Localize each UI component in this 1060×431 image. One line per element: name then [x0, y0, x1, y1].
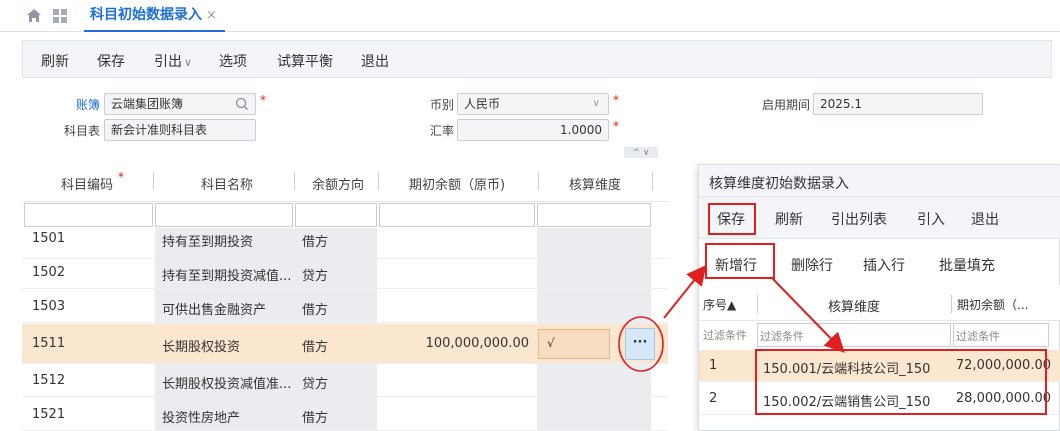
header-separator: [757, 295, 758, 313]
exchange-rate-field: 1.0000: [457, 119, 609, 141]
table-row-selected[interactable]: 1511 长期股权投资 借方 100,000,000.00 √ ···: [22, 324, 668, 364]
cell-name: 持有至到期投资: [162, 235, 254, 250]
ledger-field[interactable]: 云端集团账簿: [104, 93, 256, 115]
filter-input-name[interactable]: [155, 203, 293, 227]
cell-name: 长期股权投资减值准...: [162, 377, 292, 392]
chart-of-accounts-field: 新会计准则科目表: [104, 119, 256, 141]
tab-close-icon[interactable]: ×: [206, 8, 217, 23]
filter-input-dimension[interactable]: [537, 203, 651, 227]
required-mark: *: [118, 170, 124, 184]
header-subject-name[interactable]: 科目名称: [172, 174, 282, 193]
main-toolbar: 刷新 保存 引出 ∨ 选项 试算平衡 退出: [22, 40, 1052, 78]
dialog-import-button[interactable]: 引入: [917, 209, 945, 229]
start-period-field: 2025.1: [813, 93, 983, 115]
filter-input-amount[interactable]: 过滤条件: [953, 323, 1049, 347]
chart-of-accounts-label: 科目表: [63, 124, 100, 138]
required-mark: *: [613, 119, 619, 133]
required-mark: *: [260, 93, 266, 107]
header-seq[interactable]: 序号▲: [703, 296, 736, 313]
refresh-button[interactable]: 刷新: [41, 51, 69, 71]
currency-value: 人民币: [464, 97, 501, 111]
cell-seq: 2: [709, 391, 718, 406]
exchange-rate-label: 汇率: [429, 124, 454, 138]
cell-code: 1502: [32, 265, 66, 280]
options-button[interactable]: 选项: [219, 51, 247, 71]
check-icon: √: [547, 336, 555, 350]
filter-input-code[interactable]: [24, 203, 153, 227]
cell-seq: 1: [709, 358, 718, 373]
exit-button[interactable]: 退出: [361, 51, 389, 71]
chevron-down-icon: ∨: [184, 56, 193, 69]
header-balance-direction[interactable]: 余额方向: [298, 174, 378, 193]
dialog-grid-header: 序号▲ 核算维度 期初余额（...: [699, 285, 1060, 321]
annotation-box-rows: [755, 349, 1047, 415]
ledger-label[interactable]: 账簿: [76, 96, 100, 113]
header-separator: [294, 172, 295, 190]
ledger-value: 云端集团账簿: [111, 97, 184, 111]
more-options-button[interactable]: ···: [625, 328, 655, 360]
cell-direction: 借方: [302, 303, 329, 318]
cell-direction: 贷方: [302, 269, 329, 284]
dialog-filter-row: 过滤条件 过滤条件 过滤条件: [699, 322, 1060, 348]
required-mark: *: [613, 93, 619, 107]
dialog-exit-button[interactable]: 退出: [971, 209, 999, 229]
header-separator: [153, 172, 154, 190]
trial-balance-button[interactable]: 试算平衡: [277, 51, 333, 71]
cell-code: 1501: [32, 231, 66, 246]
export-button[interactable]: 引出 ∨: [154, 51, 192, 71]
cell-name: 长期股权投资: [162, 340, 241, 355]
tab-subject-initial-data[interactable]: 科目初始数据录入 ×: [84, 0, 225, 32]
cell-name: 持有至到期投资减值...: [162, 269, 292, 284]
table-row[interactable]: 1502 持有至到期投资减值... 贷方: [22, 256, 668, 289]
cell-direction: 贷方: [302, 377, 329, 392]
chevron-down-icon: ∨: [592, 98, 600, 109]
search-icon[interactable]: [235, 97, 249, 111]
tab-label: 科目初始数据录入: [90, 7, 202, 23]
cell-opening-balance[interactable]: 100,000,000.00: [379, 336, 529, 351]
filter-seq[interactable]: 过滤条件: [703, 327, 747, 343]
cell-code: 1511: [32, 336, 66, 351]
dialog-refresh-button[interactable]: 刷新: [775, 209, 803, 229]
batch-fill-button[interactable]: 批量填充: [939, 255, 995, 275]
cell-name: 可供出售金融资产: [162, 303, 267, 318]
header-opening-balance[interactable]: 期初余额（原币): [382, 174, 532, 193]
cell-direction: 借方: [302, 411, 329, 426]
header-dimension[interactable]: 核算维度: [759, 296, 949, 315]
table-row[interactable]: 1512 长期股权投资减值准... 贷方: [22, 364, 668, 397]
home-icon[interactable]: [26, 8, 42, 24]
header-amount[interactable]: 期初余额（...: [957, 296, 1028, 313]
apps-grid-icon[interactable]: [52, 8, 68, 24]
filter-input-dimension[interactable]: 过滤条件: [757, 323, 951, 347]
table-row[interactable]: 1501 持有至到期投资 借方: [22, 226, 668, 259]
cell-code: 1521: [32, 407, 66, 422]
currency-label: 币别: [429, 98, 454, 112]
cell-code: 1503: [32, 299, 66, 314]
table-row[interactable]: 1521 投资性房地产 借方: [22, 398, 668, 431]
filter-input-amount[interactable]: [379, 203, 535, 227]
filter-input-direction[interactable]: [295, 203, 377, 227]
annotation-box-add-row: [705, 243, 775, 279]
header-separator: [652, 172, 653, 190]
cell-direction: 借方: [302, 340, 329, 355]
cell-name: 投资性房地产: [162, 411, 241, 426]
dimension-cell[interactable]: √: [538, 329, 610, 359]
annotation-box-save: [708, 203, 756, 235]
header-accounting-dimension[interactable]: 核算维度: [540, 174, 650, 193]
header-separator: [378, 172, 379, 190]
currency-select[interactable]: 人民币 ∨: [457, 93, 609, 115]
table-row[interactable]: 1503 可供出售金融资产 借方: [22, 290, 668, 323]
insert-row-button[interactable]: 插入行: [863, 255, 905, 275]
delete-row-button[interactable]: 删除行: [791, 255, 833, 275]
start-period-label: 启用期间: [761, 98, 810, 112]
save-button[interactable]: 保存: [97, 51, 125, 71]
cell-code: 1512: [32, 373, 66, 388]
export-label: 引出: [154, 54, 182, 70]
dialog-title: 核算维度初始数据录入: [709, 176, 849, 192]
header-separator: [538, 172, 539, 190]
dialog-export-list-button[interactable]: 引出列表: [831, 209, 887, 229]
cell-direction: 借方: [302, 235, 329, 250]
header-separator: [951, 295, 952, 313]
dialog-titlebar: 核算维度初始数据录入: [699, 165, 1060, 197]
grid-header: 科目编码 * 科目名称 余额方向 期初余额（原币) 核算维度: [22, 158, 668, 202]
